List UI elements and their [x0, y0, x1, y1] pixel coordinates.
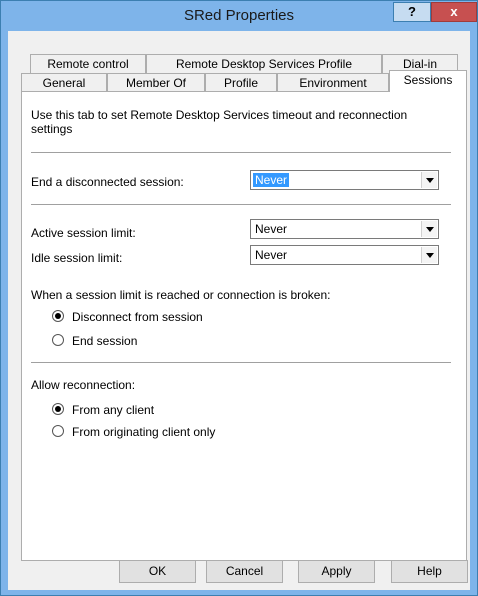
tab-profile[interactable]: Profile — [205, 73, 277, 92]
disconnect-label[interactable]: Disconnect from session — [72, 310, 203, 324]
end-disconnected-select[interactable]: Never — [250, 170, 439, 190]
tab-remote-desktop-services-profile[interactable]: Remote Desktop Services Profile — [146, 54, 382, 73]
originating-client-label[interactable]: From originating client only — [72, 425, 215, 439]
help-title-button[interactable]: ? — [393, 2, 431, 22]
active-limit-select[interactable]: Never — [250, 219, 439, 239]
properties-dialog: SRed Properties ? x Remote control Remot… — [0, 0, 478, 596]
tab-general[interactable]: General — [21, 73, 107, 92]
end-disconnected-value: Never — [253, 173, 290, 187]
ok-button[interactable]: OK — [119, 560, 196, 583]
tab-sessions[interactable]: Sessions — [389, 70, 467, 92]
end-session-radio[interactable] — [52, 334, 64, 346]
title-bar[interactable]: SRed Properties ? x — [1, 1, 477, 31]
separator — [31, 152, 451, 153]
end-disconnected-label: End a disconnected session: — [31, 175, 184, 189]
dialog-client-area: Remote control Remote Desktop Services P… — [8, 31, 470, 590]
cancel-button[interactable]: Cancel — [206, 560, 283, 583]
limit-reached-label: When a session limit is reached or conne… — [31, 288, 331, 302]
idle-limit-select[interactable]: Never — [250, 245, 439, 265]
sessions-panel: Use this tab to set Remote Desktop Servi… — [21, 91, 467, 561]
idle-limit-label: Idle session limit: — [31, 251, 123, 265]
originating-client-radio[interactable] — [52, 425, 64, 437]
reconnection-label: Allow reconnection: — [31, 378, 136, 392]
chevron-down-icon[interactable] — [421, 247, 437, 263]
active-limit-value: Never — [255, 222, 288, 236]
disconnect-radio[interactable] — [52, 310, 64, 322]
close-button[interactable]: x — [431, 2, 477, 22]
separator — [31, 204, 451, 205]
help-button[interactable]: Help — [391, 560, 468, 583]
any-client-label[interactable]: From any client — [72, 403, 154, 417]
tab-member-of[interactable]: Member Of — [107, 73, 205, 92]
sessions-description: Use this tab to set Remote Desktop Servi… — [31, 108, 408, 136]
separator — [31, 362, 451, 363]
any-client-radio[interactable] — [52, 403, 64, 415]
apply-button[interactable]: Apply — [298, 560, 375, 583]
tab-environment[interactable]: Environment — [277, 73, 389, 92]
idle-limit-value: Never — [255, 248, 288, 262]
chevron-down-icon[interactable] — [421, 221, 437, 237]
tab-remote-control[interactable]: Remote control — [30, 54, 146, 73]
end-session-label[interactable]: End session — [72, 334, 137, 348]
active-limit-label: Active session limit: — [31, 226, 136, 240]
chevron-down-icon[interactable] — [421, 172, 437, 188]
